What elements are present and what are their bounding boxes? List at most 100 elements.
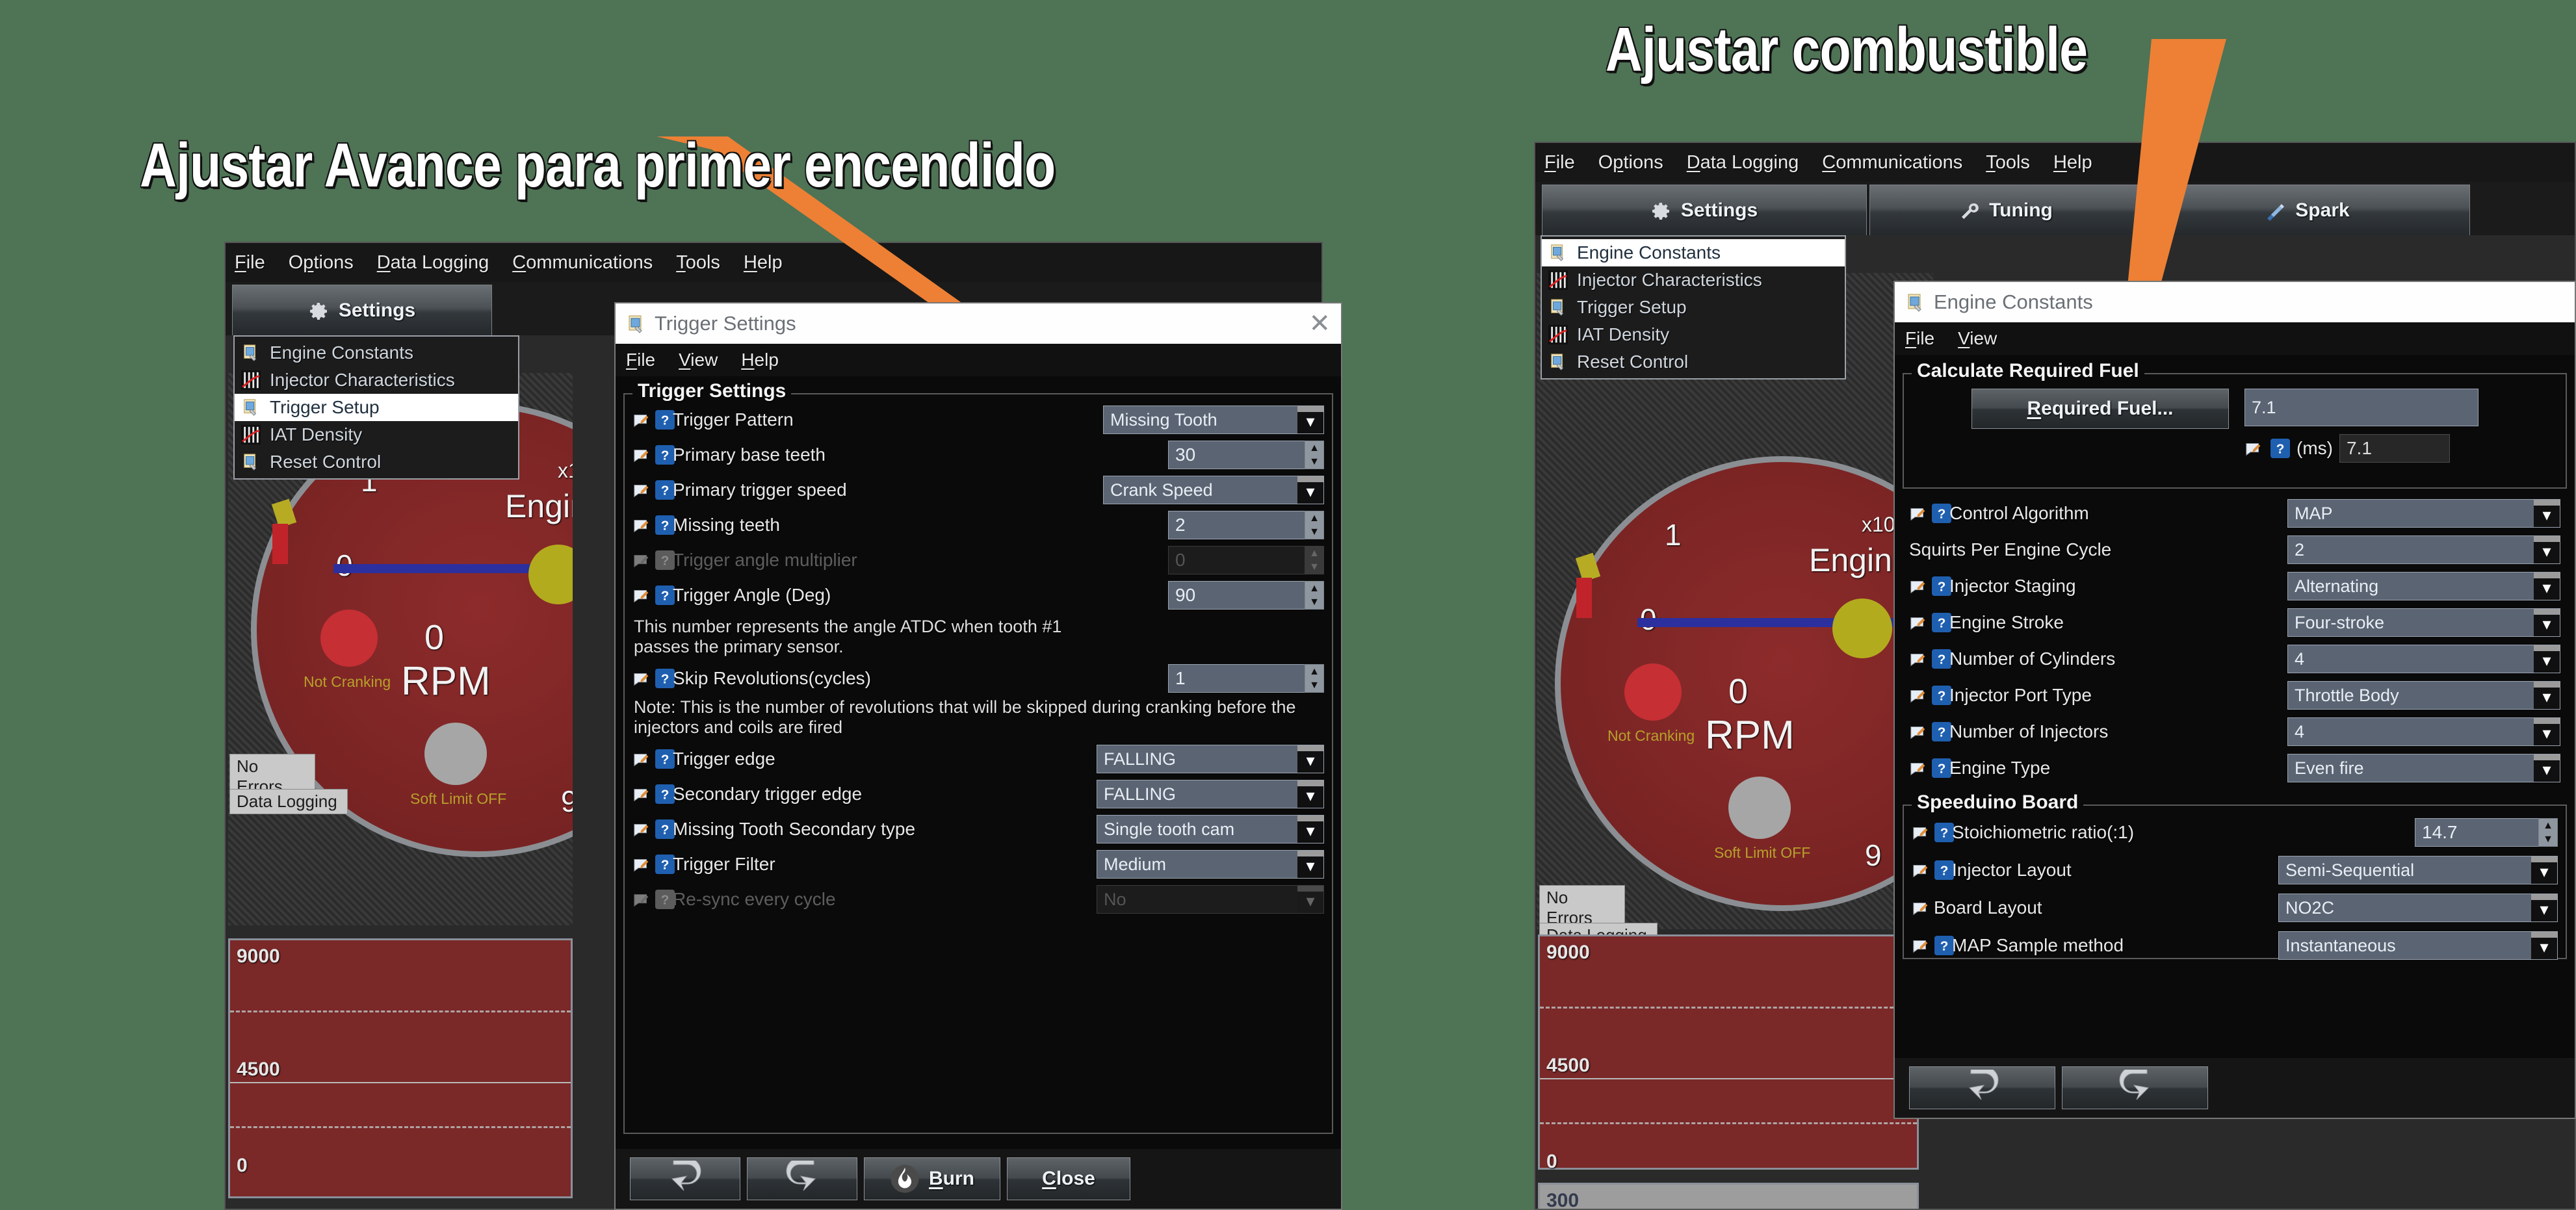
pencil-note-icon[interactable] xyxy=(632,784,652,804)
dialog-menu-file[interactable]: File xyxy=(626,350,655,370)
pencil-note-icon[interactable] xyxy=(1912,860,1931,880)
burn-button[interactable]: Burn xyxy=(864,1157,1000,1200)
field-missing-teeth[interactable]: 2 ▲ ▼ xyxy=(1168,511,1324,539)
pencil-note-icon[interactable] xyxy=(1912,823,1931,842)
help-icon[interactable]: ? xyxy=(655,669,675,689)
help-icon[interactable]: ? xyxy=(655,410,675,430)
help-icon[interactable]: ? xyxy=(655,586,675,605)
menu-item-communications[interactable]: Communications xyxy=(512,252,653,274)
dialog-menu-view[interactable]: View xyxy=(679,350,718,370)
field-injector-staging[interactable]: Alternating ▾ xyxy=(2287,572,2560,600)
settings-menu-item-reset control[interactable]: Reset Control xyxy=(1542,348,1845,376)
close-icon[interactable]: ✕ xyxy=(1308,311,1331,337)
settings-menu-item-iat density[interactable]: IAT Density xyxy=(1542,321,1845,348)
pencil-note-icon[interactable] xyxy=(1909,686,1929,705)
help-icon[interactable]: ? xyxy=(1932,613,1951,632)
help-icon[interactable]: ? xyxy=(1932,758,1951,778)
field-trigger-pattern[interactable]: Missing Tooth ▾ xyxy=(1103,405,1324,434)
pencil-note-icon[interactable] xyxy=(1909,576,1929,596)
settings-menu-item-engine constants[interactable]: Engine Constants xyxy=(1542,239,1845,266)
field-board-layout[interactable]: NO2C ▾ xyxy=(2278,894,2558,922)
field-primary-base-teeth[interactable]: 30 ▲ ▼ xyxy=(1168,441,1324,469)
field-trigger-angle-deg[interactable]: 90 ▲ ▼ xyxy=(1168,581,1324,610)
help-icon[interactable]: ? xyxy=(655,749,675,769)
help-icon[interactable]: ? xyxy=(1932,504,1951,523)
field-injector-port-type[interactable]: Throttle Body ▾ xyxy=(2287,681,2560,710)
field-map-sample-method[interactable]: Instantaneous ▾ xyxy=(2278,931,2558,960)
pencil-note-icon[interactable] xyxy=(1909,504,1929,523)
pencil-note-icon[interactable] xyxy=(1909,649,1929,669)
field-skip-revolutions[interactable]: 1 ▲ ▼ xyxy=(1168,664,1324,693)
help-icon[interactable]: ? xyxy=(1934,936,1954,955)
menu-item-options[interactable]: Options xyxy=(1598,152,1663,174)
field-stoichiometric-ratio-1-stepper[interactable]: ▲ ▼ xyxy=(2538,818,2558,847)
field-squirts-per-engine-cycle[interactable]: 2 ▾ xyxy=(2287,535,2560,564)
field-primary-base-teeth-stepper[interactable]: ▲ ▼ xyxy=(1305,441,1324,469)
settings-menu-item-injector characteristics[interactable]: Injector Characteristics xyxy=(235,367,518,394)
pencil-note-icon[interactable] xyxy=(632,480,652,500)
field-skip-revolutions-stepper[interactable]: ▲ ▼ xyxy=(1305,664,1324,693)
undo-arrow-button[interactable] xyxy=(630,1157,740,1200)
pencil-note-icon[interactable] xyxy=(1909,722,1929,741)
pencil-note-icon[interactable] xyxy=(632,819,652,839)
redo-arrow-button[interactable] xyxy=(747,1157,857,1200)
dialog-menu-view[interactable]: View xyxy=(1958,328,1997,349)
field-trigger-edge[interactable]: FALLING ▾ xyxy=(1097,745,1324,774)
field-engine-type[interactable]: Even fire ▾ xyxy=(2287,754,2560,782)
help-icon[interactable]: ? xyxy=(1934,823,1954,842)
menu-item-options[interactable]: Options xyxy=(289,252,354,274)
help-icon[interactable]: ? xyxy=(1932,686,1951,705)
field-stoichiometric-ratio-1[interactable]: 14.7 ▲ ▼ xyxy=(2415,818,2558,847)
pencil-note-icon[interactable] xyxy=(1909,613,1929,632)
help-icon[interactable]: ? xyxy=(655,480,675,500)
help-icon[interactable]: ? xyxy=(2270,439,2290,458)
settings-menu-item-engine constants[interactable]: Engine Constants xyxy=(235,339,518,367)
menu-item-help[interactable]: Help xyxy=(2053,152,2092,174)
tab-settings[interactable]: Settings xyxy=(1542,185,1867,235)
pencil-note-icon[interactable] xyxy=(632,445,652,465)
help-icon[interactable]: ? xyxy=(655,515,675,535)
menu-item-tools[interactable]: Tools xyxy=(676,252,720,274)
tab-tuning[interactable]: Tuning xyxy=(1869,185,2142,235)
tab-settings[interactable]: Settings xyxy=(232,285,492,335)
field-injector-layout[interactable]: Semi-Sequential ▾ xyxy=(2278,856,2558,884)
settings-menu-item-trigger setup[interactable]: Trigger Setup xyxy=(235,394,518,421)
help-icon[interactable]: ? xyxy=(1934,860,1954,880)
field-control-algorithm[interactable]: MAP ▾ xyxy=(2287,499,2560,528)
settings-menu-item-injector characteristics[interactable]: Injector Characteristics xyxy=(1542,266,1845,294)
settings-menu-item-iat density[interactable]: IAT Density xyxy=(235,421,518,448)
pencil-note-icon[interactable] xyxy=(1909,758,1929,778)
dialog-menu-help[interactable]: Help xyxy=(741,350,779,370)
menu-item-data logging[interactable]: Data Logging xyxy=(1687,152,1799,174)
menu-item-file[interactable]: File xyxy=(1544,152,1575,174)
menu-item-tools[interactable]: Tools xyxy=(1986,152,2030,174)
pencil-note-icon[interactable] xyxy=(1912,936,1931,955)
undo-arrow-button[interactable] xyxy=(1909,1066,2055,1109)
settings-menu-item-trigger setup[interactable]: Trigger Setup xyxy=(1542,294,1845,321)
help-icon[interactable]: ? xyxy=(1932,576,1951,596)
help-icon[interactable]: ? xyxy=(655,819,675,840)
field-secondary-trigger-edge[interactable]: FALLING ▾ xyxy=(1097,780,1324,809)
menu-item-help[interactable]: Help xyxy=(744,252,783,274)
pencil-note-icon[interactable] xyxy=(1912,898,1931,918)
field-engine-stroke[interactable]: Four-stroke ▾ xyxy=(2287,608,2560,637)
field-trigger-filter[interactable]: Medium ▾ xyxy=(1097,850,1324,879)
field-missing-teeth-stepper[interactable]: ▲ ▼ xyxy=(1305,511,1324,539)
menu-item-file[interactable]: File xyxy=(235,252,265,274)
pencil-note-icon[interactable] xyxy=(632,410,652,430)
menu-item-data logging[interactable]: Data Logging xyxy=(377,252,489,274)
settings-menu-item-reset control[interactable]: Reset Control xyxy=(235,448,518,476)
pencil-note-icon[interactable] xyxy=(2244,439,2264,458)
field-missing-tooth-secondary-type[interactable]: Single tooth cam ▾ xyxy=(1097,815,1324,844)
tab-spark[interactable]: Spark xyxy=(2145,185,2470,235)
dialog-menu-file[interactable]: File xyxy=(1905,328,1934,349)
close-button[interactable]: Close xyxy=(1007,1157,1130,1200)
pencil-note-icon[interactable] xyxy=(632,749,652,769)
pencil-note-icon[interactable] xyxy=(632,515,652,535)
redo-arrow-button[interactable] xyxy=(2062,1066,2208,1109)
field-primary-trigger-speed[interactable]: Crank Speed ▾ xyxy=(1103,476,1324,504)
help-icon[interactable]: ? xyxy=(655,855,675,875)
help-icon[interactable]: ? xyxy=(655,784,675,805)
field-number-of-injectors[interactable]: 4 ▾ xyxy=(2287,717,2560,746)
pencil-note-icon[interactable] xyxy=(632,855,652,874)
